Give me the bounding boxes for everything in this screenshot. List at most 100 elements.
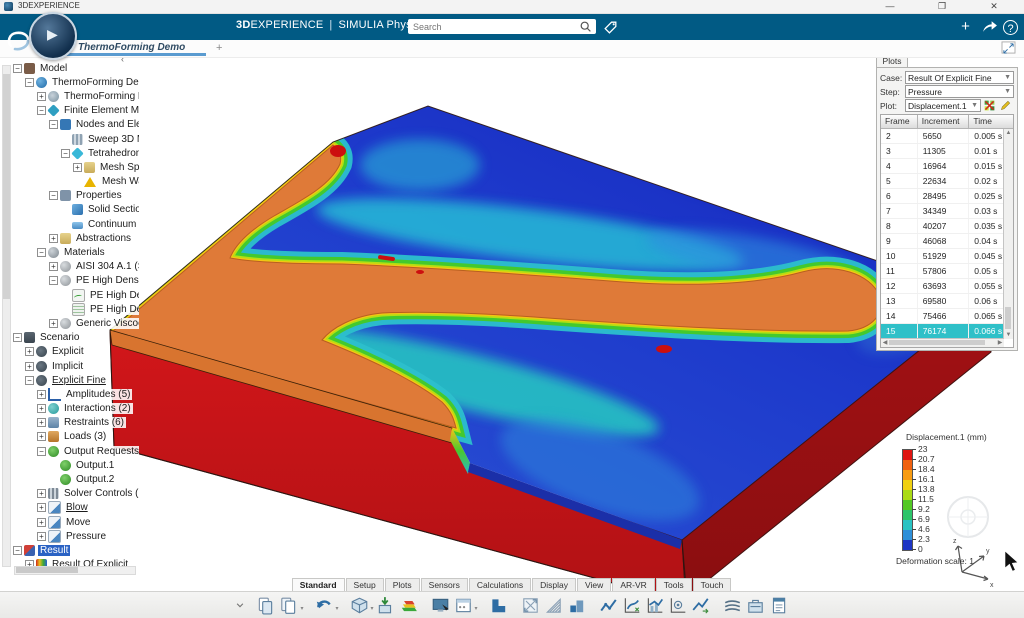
frame-row-3[interactable]: 3113050.01 s — [881, 144, 1004, 159]
column-header-frame[interactable]: Frame — [881, 115, 918, 129]
tree-item-label[interactable]: Sweep 3D Mesh — [86, 134, 139, 145]
tree-item-label[interactable]: PE High Density — [88, 290, 139, 301]
tree-expander-icon[interactable]: + — [49, 262, 58, 271]
cell[interactable]: 2 — [881, 129, 918, 143]
tree-item-explicit-fine[interactable]: −Explicit Fine — [25, 373, 139, 387]
search-input[interactable] — [408, 22, 579, 32]
undo-icon[interactable] — [314, 595, 335, 616]
ribbon-tab-touch[interactable]: Touch — [693, 578, 732, 591]
tree-item-label[interactable]: PE High Density — [88, 304, 139, 315]
limit-plot-icon[interactable] — [521, 595, 542, 616]
cell[interactable]: 0.06 s — [969, 294, 1004, 308]
minimize-button[interactable]: — — [875, 0, 905, 13]
table-vertical-scrollbar[interactable]: ▲ ▼ — [1003, 129, 1013, 339]
tree-item-label[interactable]: Mesh Warnin — [100, 176, 139, 187]
cell[interactable]: 57806 — [918, 264, 970, 278]
cell[interactable]: 10 — [881, 249, 918, 263]
tree-horizontal-scrollbar[interactable] — [14, 566, 136, 575]
cell[interactable]: 69580 — [918, 294, 970, 308]
cell[interactable]: 0.066 s — [969, 324, 1004, 338]
ribbon-tab-display[interactable]: Display — [532, 578, 576, 591]
tree-item-label[interactable]: Pressure — [64, 531, 108, 542]
import-results-icon[interactable] — [376, 595, 397, 616]
streamlines-icon[interactable] — [723, 595, 744, 616]
cell[interactable]: 40207 — [918, 219, 970, 233]
tree-expander-icon[interactable]: + — [37, 432, 46, 441]
toolbar-overflow-chevron-icon[interactable] — [233, 598, 247, 612]
tree-item-label[interactable]: Model — [38, 63, 69, 74]
tree-item-output-2[interactable]: Output.2 — [49, 472, 139, 486]
tree-item-label[interactable]: Generic Viscoelastic — [74, 318, 139, 329]
tree-item-loads-3[interactable]: +Loads (3) — [37, 430, 139, 444]
cell[interactable]: 6 — [881, 189, 918, 203]
paste-icon[interactable] — [256, 595, 277, 616]
ribbon-tab-standard[interactable]: Standard — [292, 578, 345, 591]
tree-expander-icon[interactable]: + — [37, 390, 46, 399]
field-plot-icon[interactable] — [622, 595, 643, 616]
tree-item-label[interactable]: Properties — [74, 190, 124, 201]
tree-item-label[interactable]: Output.2 — [74, 474, 116, 485]
tree-item-label[interactable]: Materials — [62, 247, 107, 258]
area-plot-icon[interactable] — [544, 595, 565, 616]
cell[interactable]: 51929 — [918, 249, 970, 263]
tab-thermoforming-demo[interactable]: ThermoForming Demo — [78, 42, 185, 53]
frame-row-12[interactable]: 12636930.055 s — [881, 279, 1004, 294]
tree-item-label[interactable]: Blow — [64, 502, 90, 513]
tree-expander-icon[interactable]: + — [25, 347, 34, 356]
tree-item-label[interactable]: Continuum Shell — [86, 219, 139, 230]
tree-item-label[interactable]: Move — [64, 517, 92, 528]
cell[interactable]: 0.065 s — [969, 309, 1004, 323]
scroll-up-arrow[interactable]: ▲ — [1004, 129, 1013, 137]
add-content-icon[interactable]: + — [957, 18, 974, 35]
tree-expander-icon[interactable]: + — [49, 234, 58, 243]
cell[interactable]: 0.035 s — [969, 219, 1004, 233]
tree-item-mesh-specific[interactable]: +Mesh Specific — [73, 160, 139, 174]
tree-expander-icon[interactable]: − — [13, 64, 22, 73]
cell[interactable]: 46068 — [918, 234, 970, 248]
cell[interactable]: 0.04 s — [969, 234, 1004, 248]
tree-item-label[interactable]: Solver Controls (1) — [62, 488, 139, 499]
cell[interactable]: 5650 — [918, 129, 970, 143]
screen-capture-icon[interactable] — [431, 595, 452, 616]
tree-item-mesh-warnin[interactable]: Mesh Warnin — [73, 175, 139, 189]
scroll-down-arrow[interactable]: ▼ — [1004, 331, 1013, 339]
frame-row-6[interactable]: 6284950.025 s — [881, 189, 1004, 204]
cell[interactable]: 0.05 s — [969, 264, 1004, 278]
cell[interactable]: 9 — [881, 234, 918, 248]
tree-item-label[interactable]: Abstractions — [74, 233, 133, 244]
collapse-viewport-icon[interactable] — [1001, 41, 1016, 54]
tree-item-label[interactable]: ThermoForming Demo_D — [50, 77, 139, 88]
combined-plot-icon[interactable] — [645, 595, 666, 616]
tree-expander-icon[interactable]: + — [37, 518, 46, 527]
close-button[interactable]: ✕ — [979, 0, 1009, 13]
toolbox-icon[interactable] — [746, 595, 767, 616]
dropdown-arrow-icon[interactable]: ▾ — [475, 605, 478, 612]
ribbon-tab-calculations[interactable]: Calculations — [469, 578, 531, 591]
tree-item-label[interactable]: Scenario — [38, 332, 81, 343]
cell[interactable]: 11 — [881, 264, 918, 278]
frame-row-10[interactable]: 10519290.045 s — [881, 249, 1004, 264]
frame-row-13[interactable]: 13695800.06 s — [881, 294, 1004, 309]
case-dropdown[interactable]: Result Of Explicit Fine▼ — [905, 71, 1014, 84]
tree-expander-icon[interactable]: − — [37, 248, 46, 257]
maximize-button[interactable]: ❐ — [927, 0, 957, 13]
cell[interactable]: 76174 — [918, 324, 970, 338]
tree-expander-icon[interactable]: − — [25, 78, 34, 87]
cell[interactable]: 4 — [881, 159, 918, 173]
scrollbar-thumb[interactable] — [3, 74, 10, 299]
cell[interactable]: 0.02 s — [969, 174, 1004, 188]
tree-item-blow[interactable]: +Blow — [37, 501, 139, 515]
cell[interactable]: 0.03 s — [969, 204, 1004, 218]
tree-item-finite-element-model0[interactable]: −Finite Element Model0 — [37, 104, 139, 118]
tree-item-label[interactable]: Result — [38, 545, 70, 556]
tree-item-pe-high-density-a-1[interactable]: −PE High Density A.1 — [49, 274, 139, 288]
report-icon[interactable] — [769, 595, 790, 616]
tree-expander-icon[interactable]: + — [37, 489, 46, 498]
search-icon[interactable] — [579, 20, 593, 34]
tree-item-label[interactable]: Interactions (2) — [62, 403, 133, 414]
cell[interactable]: 0.045 s — [969, 249, 1004, 263]
tree-item-label[interactable]: Implicit — [50, 361, 85, 372]
copy-icon[interactable] — [279, 595, 300, 616]
tree-item-label[interactable]: Explicit — [50, 346, 86, 357]
step-dropdown[interactable]: Pressure▼ — [905, 85, 1014, 98]
